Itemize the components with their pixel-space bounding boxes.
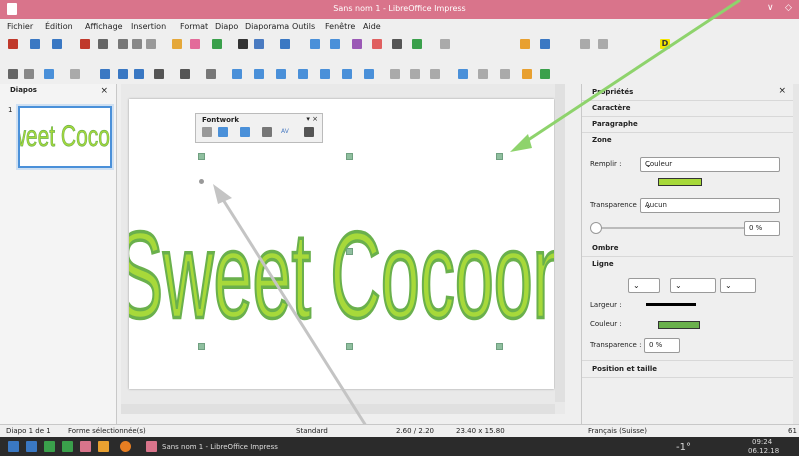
impress-icon[interactable] bbox=[80, 441, 91, 452]
file-manager-icon[interactable] bbox=[26, 441, 37, 452]
status-position: 2.60 / 2.20 bbox=[396, 427, 434, 435]
status-language[interactable]: Français (Suisse) bbox=[588, 427, 647, 435]
gray-arrow-head bbox=[213, 184, 232, 204]
firefox-icon[interactable] bbox=[120, 441, 131, 452]
store-icon[interactable] bbox=[98, 441, 109, 452]
taskbar: Sans nom 1 - LibreOffice Impress -1° 09:… bbox=[0, 437, 799, 456]
green-arrow bbox=[521, 0, 741, 146]
status-layout[interactable]: Standard bbox=[296, 427, 328, 435]
clock-time: 09:24 bbox=[752, 438, 773, 446]
green-arrow-head bbox=[510, 134, 532, 152]
status-selection: Forme sélectionnée(s) bbox=[68, 427, 146, 435]
taskbar-app-label[interactable]: Sans nom 1 - LibreOffice Impress bbox=[162, 443, 278, 451]
clock-date: 06.12.18 bbox=[748, 447, 780, 455]
start-menu-icon[interactable] bbox=[8, 441, 19, 452]
calc-icon[interactable] bbox=[44, 441, 55, 452]
annotation-arrows bbox=[213, 0, 741, 456]
status-size: 23.40 x 15.80 bbox=[456, 427, 505, 435]
libreoffice-icon[interactable] bbox=[62, 441, 73, 452]
gray-arrow bbox=[220, 197, 387, 456]
status-slide: Diapo 1 de 1 bbox=[6, 427, 51, 435]
weather-temperature: -1° bbox=[676, 442, 691, 453]
impress-task-icon[interactable] bbox=[146, 441, 157, 452]
status-zoom[interactable]: 61 bbox=[788, 427, 797, 435]
status-bar: Diapo 1 de 1 Forme sélectionnée(s) Stand… bbox=[0, 424, 799, 438]
